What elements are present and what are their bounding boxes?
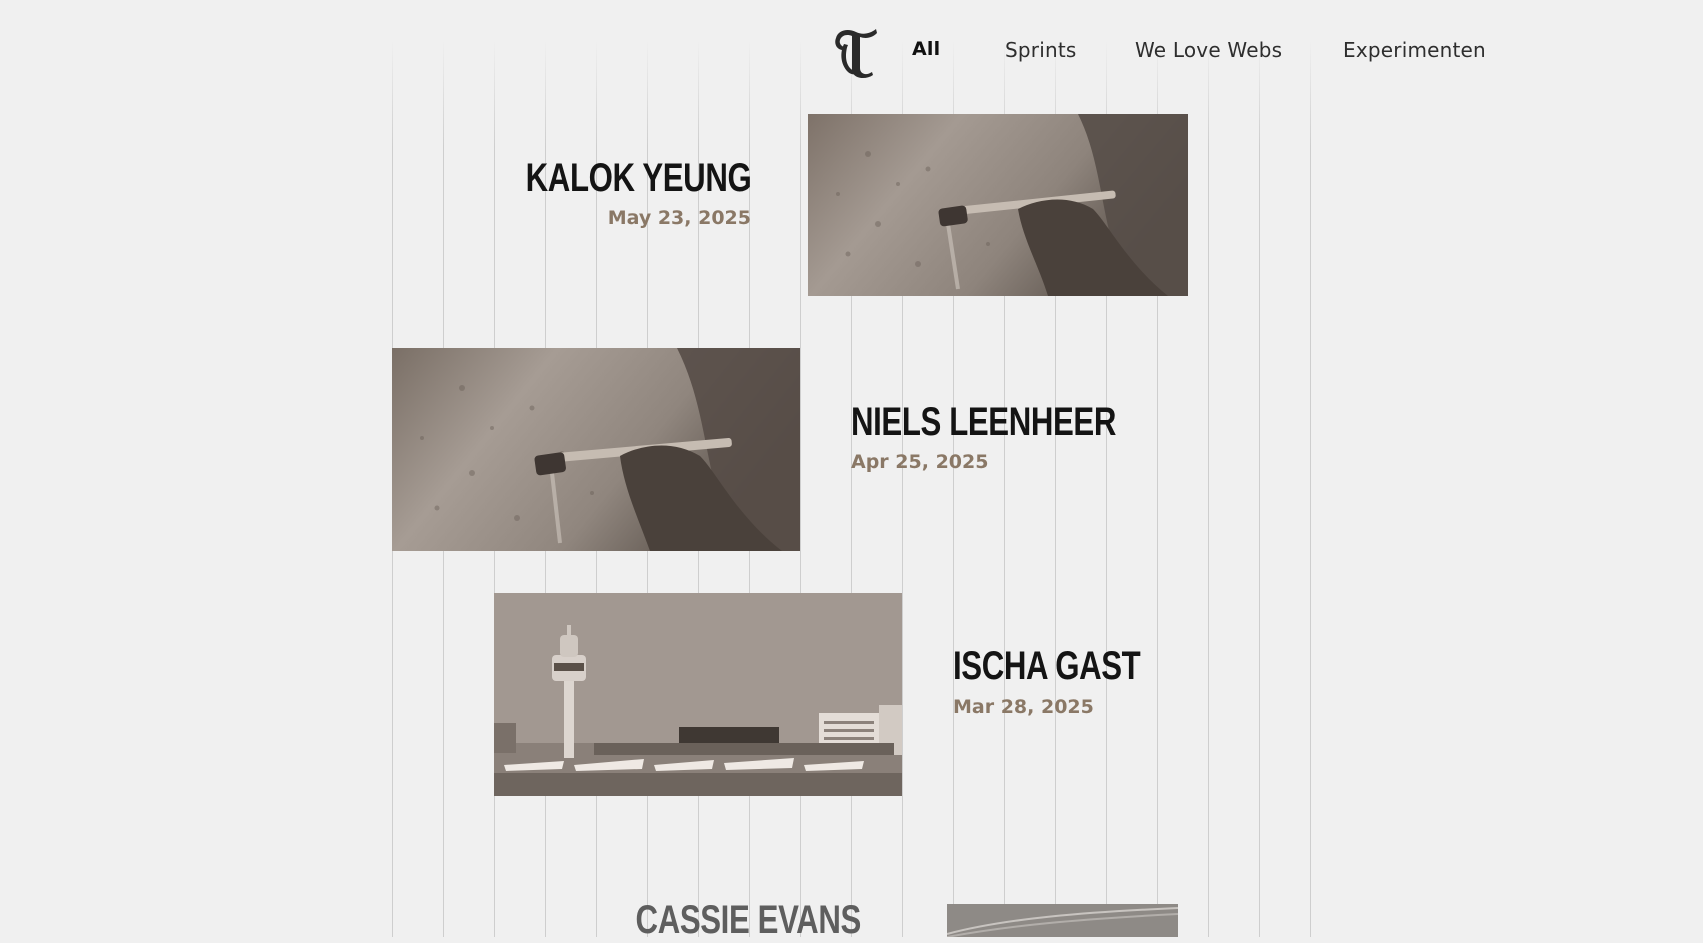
paintbrush-photo <box>808 114 1188 296</box>
blackletter-t-logo[interactable] <box>830 24 882 80</box>
post-title-ischa-gast[interactable]: ISCHA GAST <box>953 644 1141 689</box>
post-image-paintbrush[interactable] <box>392 348 800 551</box>
nav-item-we-love-webs[interactable]: We Love Webs <box>1135 38 1282 62</box>
post-image-highway[interactable] <box>947 904 1178 937</box>
post-image-paintbrush[interactable] <box>808 114 1188 296</box>
nav-item-sprints[interactable]: Sprints <box>1005 38 1077 62</box>
post-date: Mar 28, 2025 <box>953 696 1094 718</box>
post-title-niels-leenheer[interactable]: NIELS LEENHEER <box>851 400 1116 445</box>
highway-photo <box>947 904 1178 937</box>
post-date: Apr 25, 2025 <box>851 451 989 473</box>
nav-item-experimenten[interactable]: Experimenten <box>1343 38 1486 62</box>
nav-item-all[interactable]: All <box>912 38 940 60</box>
post-date: May 23, 2025 <box>607 207 751 229</box>
airport-photo <box>494 593 902 796</box>
post-title-kalok-yeung[interactable]: KALOK YEUNG <box>525 156 751 201</box>
post-image-airport[interactable] <box>494 593 902 796</box>
post-title-cassie-evans[interactable]: CASSIE EVANS <box>636 898 862 943</box>
paintbrush-photo <box>392 348 800 551</box>
logo-icon <box>835 29 877 79</box>
